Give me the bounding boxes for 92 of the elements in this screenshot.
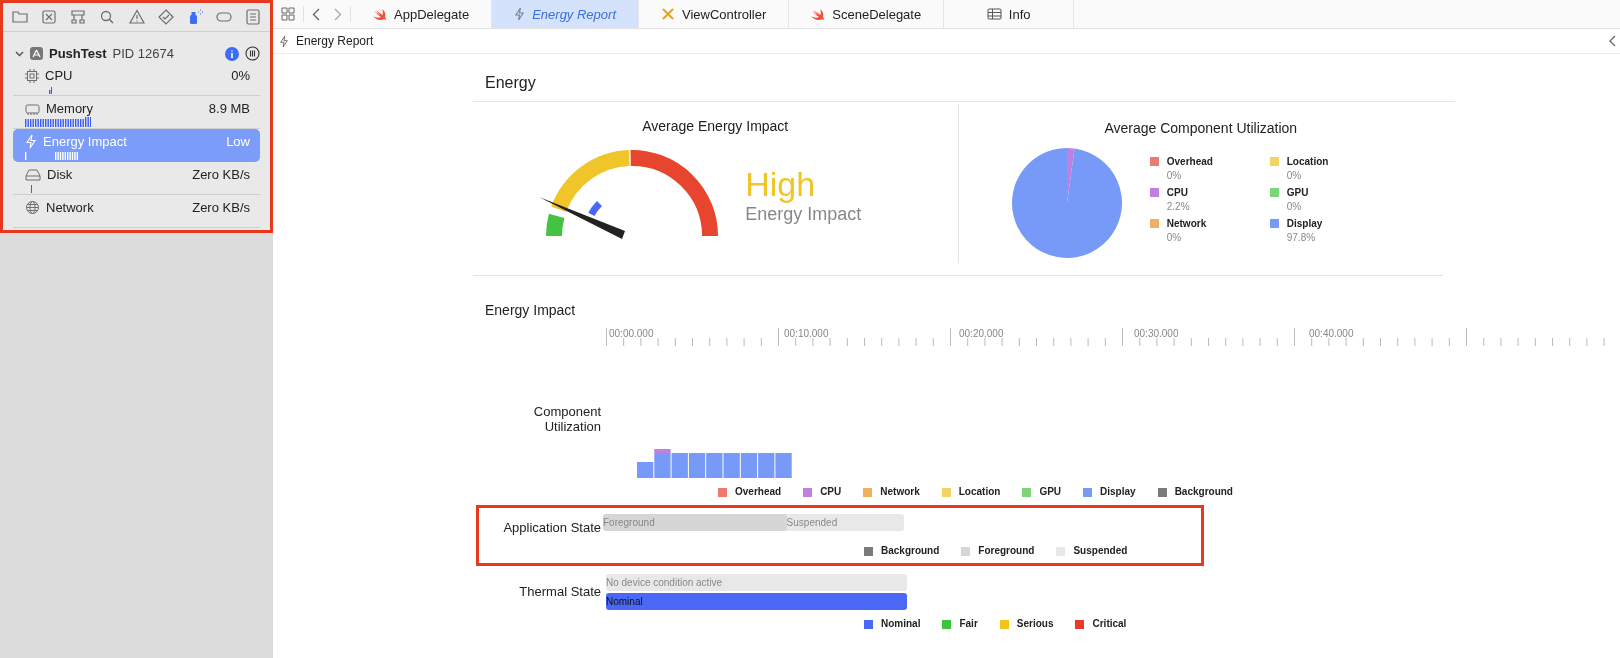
hierarchy-icon[interactable]	[69, 8, 88, 26]
row-label: Application State	[502, 519, 602, 535]
legend-value: 0%	[1286, 170, 1303, 181]
gauge-label: Energy Impact	[43, 134, 127, 149]
section-title: Energy Impact	[484, 301, 577, 318]
legend-item: Critical	[1075, 618, 1127, 629]
warning-icon[interactable]	[127, 8, 146, 26]
state-segment: Foreground	[603, 514, 787, 531]
impact-caption: Energy Impact	[745, 204, 862, 225]
chip-icon	[25, 68, 39, 83]
legend-value: 0%	[1166, 232, 1183, 243]
section-title: Average Energy Impact	[642, 118, 789, 134]
legend-item: Display	[1083, 486, 1136, 497]
legend-item: Overhead	[718, 486, 782, 497]
gauge-value: 8.9 MB	[208, 101, 250, 116]
legend-label: Display	[1286, 218, 1324, 229]
process-name: PushTest	[49, 46, 107, 61]
breadcrumb[interactable]: Energy Report	[296, 34, 374, 48]
legend-item: Nominal	[864, 618, 921, 629]
row-label: Thermal State	[518, 583, 602, 601]
legend-item: Foreground	[961, 545, 1035, 556]
gauge-label: CPU	[45, 68, 73, 83]
thermal-bar: Nominal	[606, 593, 907, 610]
legend-label: Overhead	[1166, 156, 1214, 167]
swift-icon	[811, 7, 826, 21]
legend-item: Network	[863, 486, 920, 497]
editor-tab[interactable]: SceneDelegate	[789, 0, 945, 28]
row-label: Component Utilization	[532, 404, 602, 434]
process-id: PID 12674	[112, 46, 174, 61]
table-icon	[986, 8, 1002, 20]
list-icon[interactable]	[244, 8, 262, 26]
legend-label: GPU	[1286, 187, 1310, 198]
gauge-value: Zero KB/s	[192, 200, 250, 215]
legend-value: 0%	[1286, 201, 1303, 212]
activity-graph	[49, 87, 53, 94]
diamond-icon[interactable]	[156, 8, 175, 26]
legend-item: Background	[864, 545, 940, 556]
legend-item: GPU	[1022, 486, 1062, 497]
axis-label: 00:30.000	[1133, 328, 1180, 339]
back-icon[interactable]	[312, 7, 320, 21]
tools-icon	[661, 7, 675, 21]
legend-value: 2.2%	[1166, 201, 1191, 212]
gauge-label: Memory	[46, 101, 93, 116]
state-label: Suspended	[786, 516, 838, 530]
bolt-icon	[25, 134, 37, 149]
gauge-value: Zero KB/s	[192, 167, 250, 182]
grid-icon[interactable]	[281, 7, 295, 21]
bolt-icon	[514, 7, 526, 21]
gauge-item[interactable]: Network Zero KB/s	[13, 195, 260, 228]
forward-icon[interactable]	[334, 7, 342, 21]
activity-graph	[25, 117, 92, 127]
legend-value: 97.8%	[1286, 232, 1317, 243]
drive-icon	[25, 168, 41, 181]
axis-label: 00:00.000	[608, 328, 655, 339]
gauge-value: Low	[226, 134, 250, 149]
legend-item: Suspended	[1056, 545, 1128, 556]
app-icon	[30, 47, 43, 60]
legend-label: Network	[1166, 218, 1208, 229]
axis-label: 00:20.000	[958, 328, 1005, 339]
legend-item: Background	[1157, 486, 1233, 497]
legend-label: Location	[1286, 156, 1330, 167]
editor-tab[interactable]: Energy Report	[492, 0, 639, 28]
activity-graph	[25, 152, 78, 160]
editor-tab[interactable]: ViewController	[639, 0, 790, 28]
globe-icon	[25, 200, 40, 215]
legend-item: CPU	[803, 486, 842, 497]
axis-label: 00:40.000	[1308, 328, 1355, 339]
chevron-left-icon[interactable]	[1608, 35, 1616, 47]
report-title: Energy	[473, 54, 1455, 102]
legend-item: Serious	[999, 618, 1054, 629]
legend-value: 0%	[1166, 170, 1183, 181]
gauge-item[interactable]: Disk Zero KB/s	[13, 162, 260, 195]
gauge-label: Disk	[47, 167, 73, 182]
memory-icon	[25, 102, 40, 115]
editor-tab[interactable]: Info	[944, 0, 1075, 28]
condition-bar: No device condition active	[606, 574, 907, 591]
gauge-item[interactable]: CPU 0%	[13, 63, 260, 96]
xsquare-icon[interactable]	[40, 8, 59, 26]
legend-item: Location	[941, 486, 1001, 497]
impact-rating: High	[745, 165, 817, 204]
bolt-icon	[279, 34, 289, 48]
pause-icon[interactable]	[245, 46, 260, 61]
folder-icon[interactable]	[11, 8, 29, 26]
axis-label: 00:10.000	[783, 328, 830, 339]
info-icon[interactable]	[225, 46, 239, 61]
section-title: Average Component Utilization	[1104, 120, 1298, 136]
disclosure-caret-icon[interactable]	[15, 49, 24, 58]
legend-item: Fair	[942, 618, 978, 629]
legend-label: CPU	[1166, 187, 1189, 198]
gauge-value: 0%	[231, 68, 250, 83]
gauge-label: Network	[46, 200, 94, 215]
swift-icon	[373, 7, 387, 21]
